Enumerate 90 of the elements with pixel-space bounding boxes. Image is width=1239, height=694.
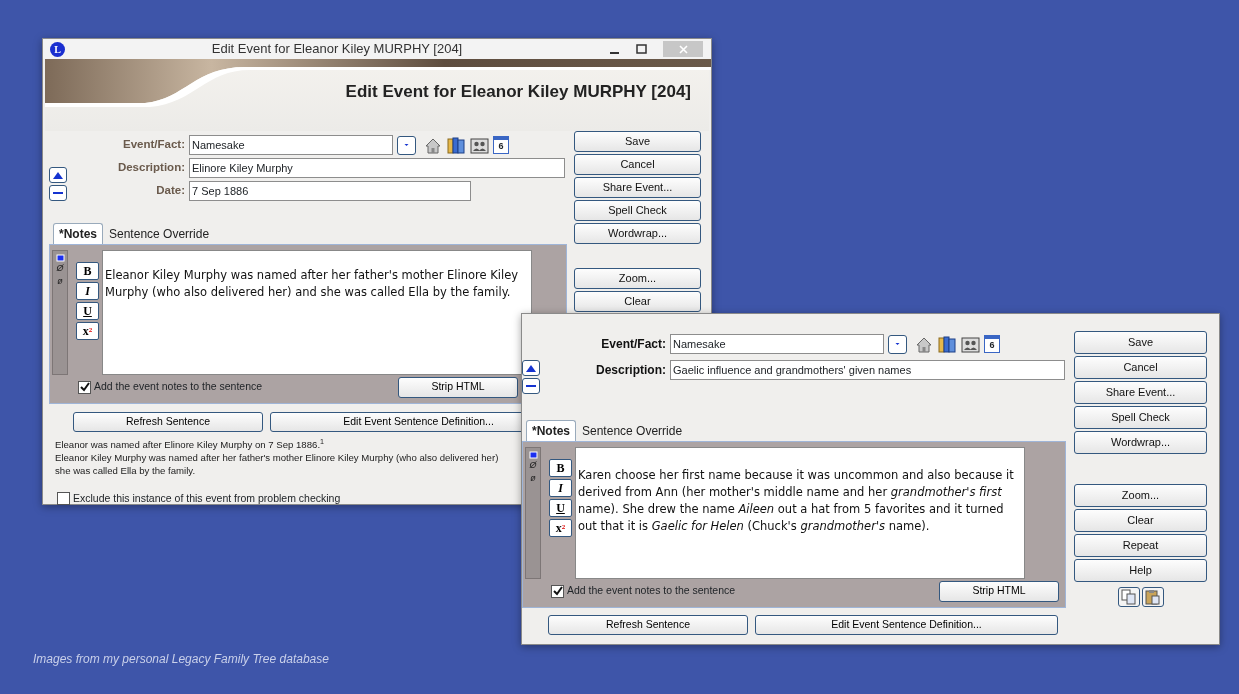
side-button[interactable]: Clear	[1074, 509, 1207, 532]
copy-button[interactable]	[1117, 587, 1140, 607]
text-field[interactable]: Namesake	[189, 135, 393, 155]
books-icon[interactable]	[938, 334, 957, 354]
tab[interactable]: *Notes	[526, 420, 576, 441]
side-button[interactable]: Share Event...	[1074, 381, 1207, 404]
paste-icon	[1145, 589, 1160, 605]
strip-symbol[interactable]: ø	[530, 472, 536, 485]
field-label: Event/Fact:	[600, 336, 666, 353]
calendar-icon[interactable]: 6	[984, 334, 1000, 353]
field-label: Event/Fact:	[122, 137, 185, 153]
minus-icon	[525, 384, 537, 388]
side-button[interactable]: Clear	[574, 291, 701, 312]
tab[interactable]: *Notes	[53, 223, 103, 244]
side-button[interactable]: Save	[574, 131, 701, 152]
side-button[interactable]: Repeat	[1074, 534, 1207, 557]
square-icon	[55, 254, 65, 262]
minus-icon	[52, 191, 64, 195]
checkbox[interactable]	[78, 380, 91, 394]
dialog-heading: Edit Event for Eleanor Kiley MURPHY [204]	[345, 81, 691, 103]
move-up-button[interactable]	[49, 167, 67, 183]
caption: Images from my personal Legacy Family Tree database	[33, 651, 329, 668]
checkbox-label: Exclude this instance of this event from problem checking	[73, 491, 341, 506]
field-label: Description:	[595, 362, 666, 379]
side-button[interactable]: Save	[1074, 331, 1207, 354]
sentence-button[interactable]: Edit Event Sentence Definition...	[755, 615, 1058, 635]
checkbox[interactable]	[551, 584, 564, 598]
up-arrow-icon	[52, 170, 64, 180]
format-button[interactable]: x$^{2}$	[549, 519, 572, 537]
side-button[interactable]: Help	[1074, 559, 1207, 582]
side-button[interactable]: Cancel	[1074, 356, 1207, 379]
format-button[interactable]: x$^{2}$	[76, 322, 99, 340]
strip-symbol[interactable]: Ø	[56, 262, 64, 275]
side-button[interactable]: Spell Check	[574, 200, 701, 221]
format-button[interactable]: B	[76, 262, 99, 280]
maximize-icon[interactable]	[636, 43, 647, 55]
sentence-button[interactable]: Refresh Sentence	[548, 615, 748, 635]
photos-icon[interactable]	[470, 135, 489, 155]
move-up-button[interactable]	[522, 360, 540, 376]
app-icon: L	[50, 41, 65, 57]
format-button[interactable]: U	[76, 302, 99, 320]
checkbox-label: Add the event notes to the sentence	[567, 583, 736, 599]
text-field[interactable]: Gaelic influence and grandmothers' given names	[670, 360, 1065, 380]
side-button[interactable]: Zoom...	[574, 268, 701, 289]
caret-icon	[895, 341, 900, 347]
window-title: Edit Event for Eleanor Kiley MURPHY [204]	[210, 40, 464, 59]
strip-html-button[interactable]: Strip HTML	[939, 580, 1059, 602]
close-icon	[678, 44, 688, 54]
dropdown-button[interactable]	[888, 334, 907, 354]
format-button[interactable]: B	[549, 459, 572, 477]
field-label: Date:	[155, 183, 185, 199]
check-icon	[552, 586, 563, 596]
tab[interactable]: Sentence Override	[576, 420, 689, 441]
square-icon	[528, 451, 538, 459]
sentence-text: Eleanor was named after Elinore Kiley Murphy on 7 Sep 1886.$^{1}$	[55, 438, 325, 451]
strip-symbol[interactable]: ø	[57, 275, 63, 288]
up-arrow-icon	[525, 363, 537, 373]
text-field[interactable]: Elinore Kiley Murphy	[189, 158, 565, 178]
format-button[interactable]: I	[76, 282, 99, 300]
dropdown-button[interactable]	[397, 135, 416, 155]
sentence-text: she was called Ella by the family.	[55, 464, 196, 477]
sentence-text: Eleanor Kiley Murphy was named after her father's mother Elinore Kiley Murphy (who also delivered her)	[55, 451, 499, 464]
strip-html-button[interactable]: Strip HTML	[398, 376, 518, 398]
sentence-button[interactable]: Refresh Sentence	[73, 412, 264, 432]
photos-icon[interactable]	[961, 334, 980, 354]
paste-button[interactable]	[1141, 587, 1164, 607]
format-button[interactable]: I	[549, 479, 572, 497]
text-field[interactable]: 7 Sep 1886	[189, 181, 471, 201]
caret-icon	[404, 142, 409, 148]
side-button[interactable]: Spell Check	[1074, 406, 1207, 429]
side-button[interactable]: Share Event...	[574, 177, 701, 198]
checkbox-label: Add the event notes to the sentence	[94, 379, 263, 395]
text-field[interactable]: Namesake	[670, 334, 884, 354]
tab[interactable]: Sentence Override	[103, 223, 216, 244]
side-button[interactable]: Wordwrap...	[1074, 431, 1207, 454]
notes-editor[interactable]: Karen choose her first name because it was uncommon and also because it derived from Ann (her mother's middle name and her grandmother's first name). She drew the name Aileen out a hat from 5 favorites and it turned out that it is Gaelic for Helen (Chuck's grandmother's name).	[575, 447, 1025, 579]
field-label: Description:	[116, 160, 185, 176]
copy-icon	[1121, 589, 1136, 605]
move-down-button[interactable]	[522, 378, 540, 394]
format-button[interactable]: U	[549, 499, 572, 517]
books-icon[interactable]	[447, 135, 466, 155]
strip-symbol[interactable]: Ø	[529, 459, 537, 472]
side-button[interactable]: Wordwrap...	[574, 223, 701, 244]
side-button[interactable]: Cancel	[574, 154, 701, 175]
check-icon	[79, 382, 90, 392]
move-down-button[interactable]	[49, 185, 67, 201]
checkbox[interactable]	[57, 492, 70, 506]
side-button[interactable]: Zoom...	[1074, 484, 1207, 507]
notes-editor[interactable]: Eleanor Kiley Murphy was named after her father's mother Elinore Kiley Murphy (who also delivered her) and she was called Ella by the family.	[102, 250, 532, 375]
calendar-icon[interactable]: 6	[493, 135, 509, 154]
